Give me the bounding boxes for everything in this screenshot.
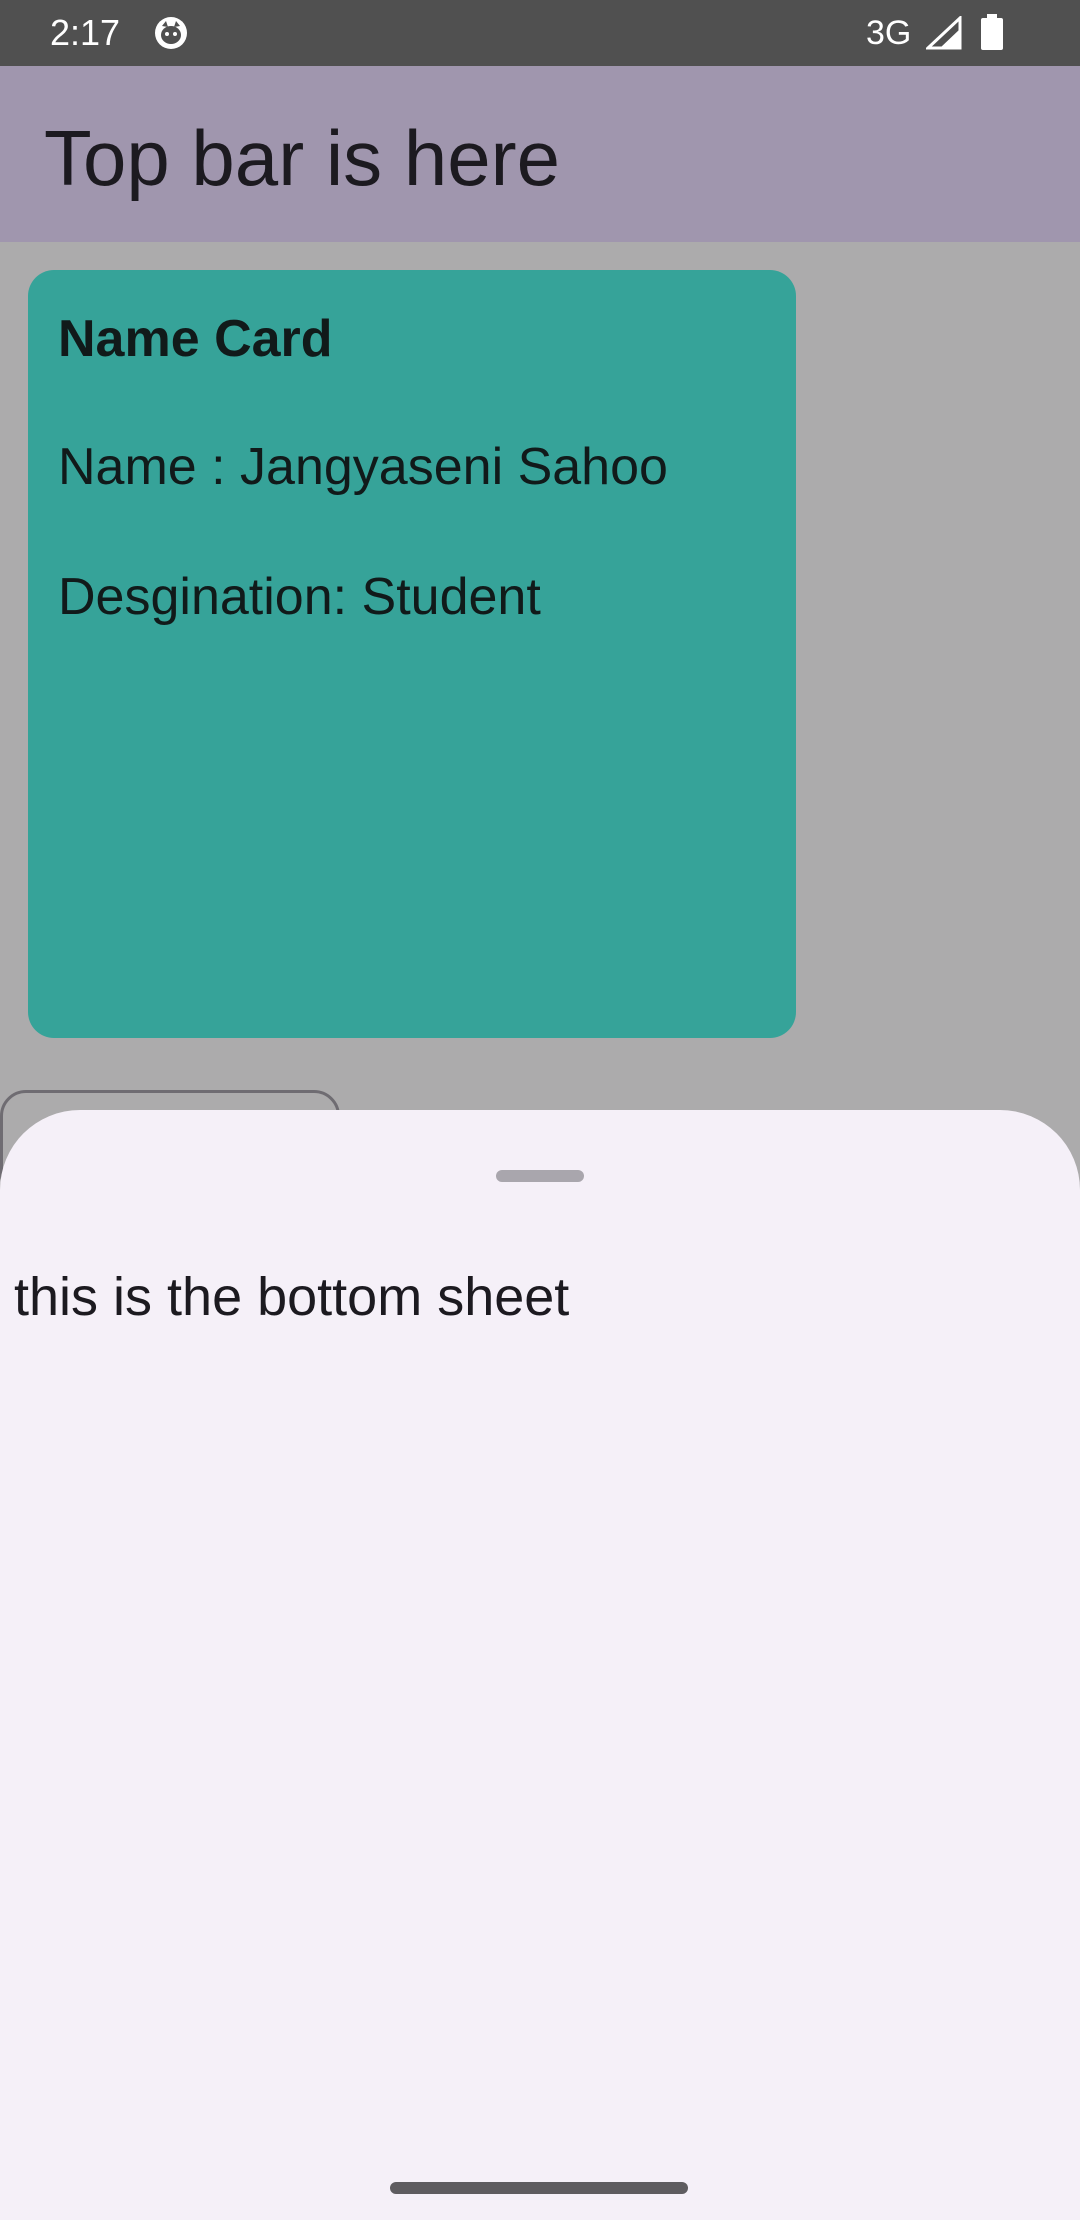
- battery-icon: [981, 14, 1003, 50]
- card-name-line: Name : Jangyaseni Sahoo: [58, 438, 668, 496]
- cell-signal-icon: [926, 16, 962, 50]
- bottom-sheet-text: this is the bottom sheet: [14, 1267, 570, 1327]
- name-card: Name Card Name : Jangyaseni Sahoo Desgin…: [28, 270, 796, 1038]
- status-bar: 2:17 3G: [0, 0, 1080, 66]
- phone-screen: 2:17 3G Top bar is here Name Card Name :…: [0, 0, 1080, 2220]
- status-time: 2:17: [50, 12, 121, 53]
- drag-handle[interactable]: [496, 1170, 584, 1182]
- gesture-navigation-bar[interactable]: [390, 2182, 688, 2194]
- card-designation-line: Desgination: Student: [58, 568, 541, 626]
- network-type: 3G: [866, 14, 912, 52]
- bottom-sheet[interactable]: this is the bottom sheet: [0, 1110, 1080, 2220]
- card-title: Name Card: [58, 310, 333, 368]
- cat-notification-icon: [155, 17, 187, 49]
- top-app-bar: Top bar is here: [0, 66, 1080, 242]
- top-app-bar-title: Top bar is here: [44, 114, 560, 202]
